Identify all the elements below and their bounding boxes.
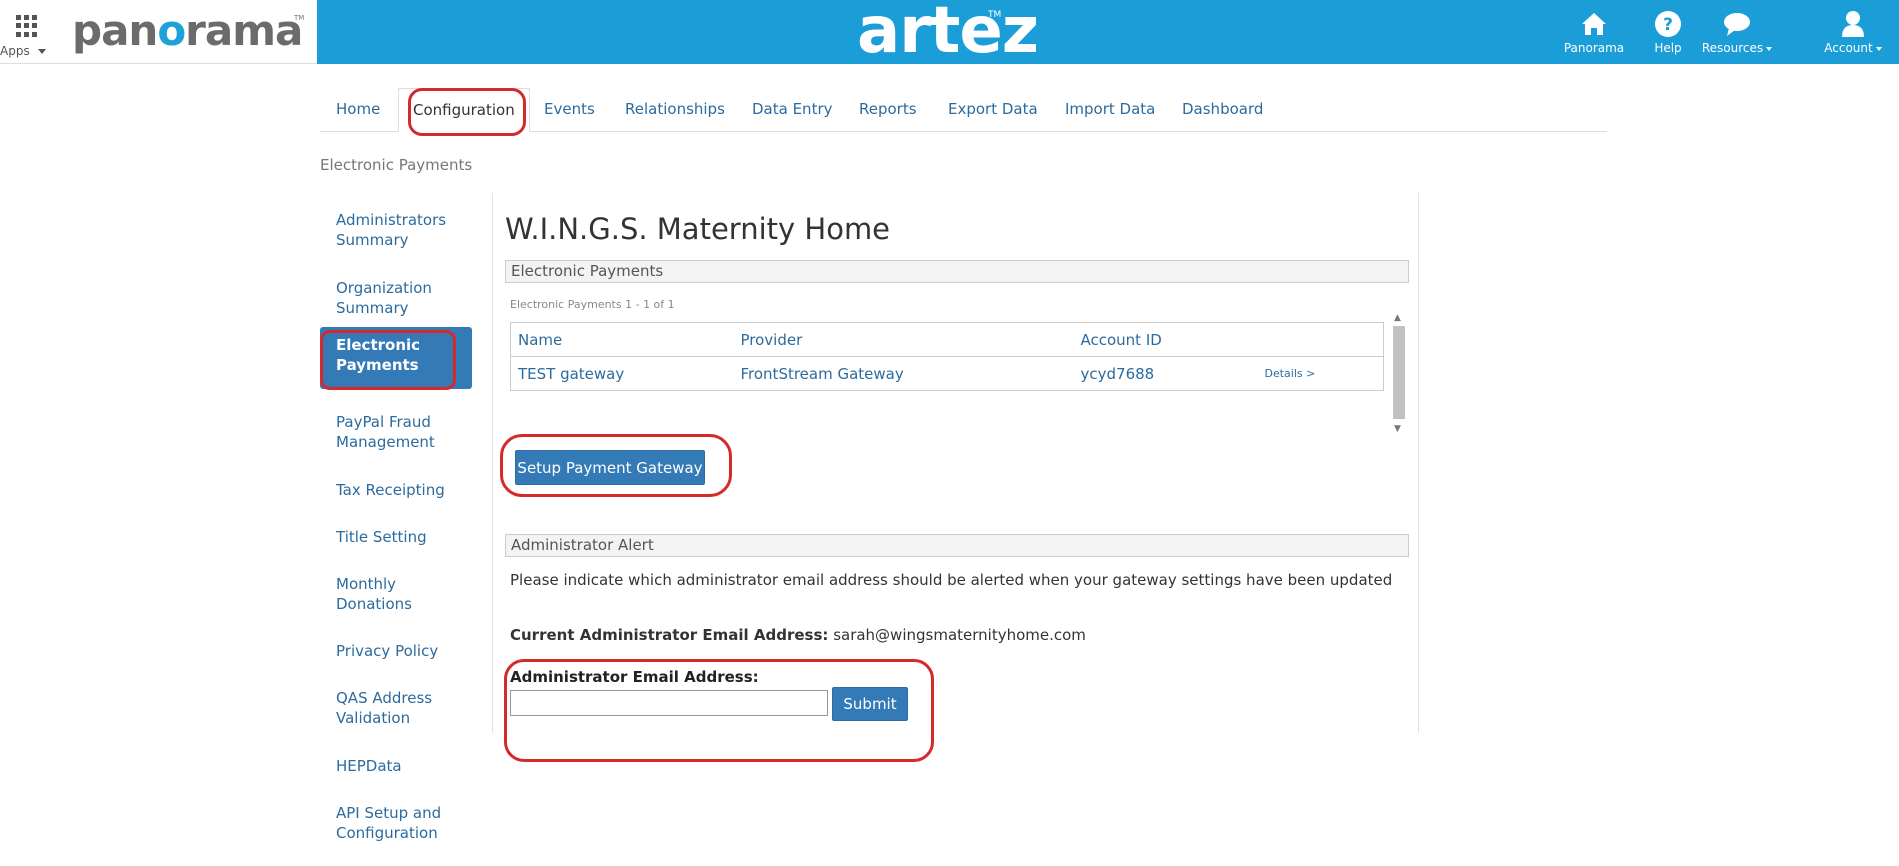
caret-down-icon <box>38 49 46 54</box>
sidebar-item-monthly-donations[interactable]: Monthly Donations <box>320 566 472 622</box>
sidebar-item-qas-address[interactable]: QAS Address Validation <box>320 680 472 736</box>
home-icon <box>1582 13 1606 35</box>
trademark-mark: TM <box>988 10 1002 20</box>
scroll-down-icon[interactable]: ▼ <box>1394 424 1401 434</box>
logo-text-o: o <box>157 6 186 55</box>
scroll-thumb[interactable] <box>1393 326 1405 419</box>
tab-dashboard[interactable]: Dashboard <box>1182 88 1263 132</box>
content-divider <box>492 193 493 733</box>
tab-export-data[interactable]: Export Data <box>948 88 1038 132</box>
nav-label: Help <box>1654 41 1682 55</box>
admin-email-label: Administrator Email Address: <box>510 668 759 686</box>
nav-panorama[interactable]: Panorama <box>1557 0 1631 64</box>
nav-label: Resources <box>1699 41 1775 55</box>
trademark-mark: TM <box>294 14 305 22</box>
tab-reports[interactable]: Reports <box>859 88 917 132</box>
caret-down-icon <box>1875 46 1882 51</box>
table-scrollbar[interactable]: ▲ ▼ <box>1392 313 1406 437</box>
panorama-logo[interactable]: panorama <box>72 6 303 55</box>
tab-import-data[interactable]: Import Data <box>1065 88 1155 132</box>
breadcrumb: Electronic Payments <box>320 156 473 174</box>
sidebar-item-title-setting[interactable]: Title Setting <box>320 519 472 555</box>
nav-label: Panorama <box>1563 41 1625 55</box>
section-header-alert: Administrator Alert <box>505 534 1409 557</box>
details-link[interactable]: Details > <box>1257 356 1384 391</box>
scroll-up-icon[interactable]: ▲ <box>1394 313 1401 323</box>
sidebar-item-administrators-summary[interactable]: Administrators Summary <box>320 202 472 258</box>
top-bar: artez TM Panorama ? Help Resources Accou… <box>317 0 1899 68</box>
logo-text-part2: rama <box>185 6 303 55</box>
alert-description: Please indicate which administrator emai… <box>510 571 1393 589</box>
setup-payment-gateway-button[interactable]: Setup Payment Gateway <box>515 450 705 485</box>
sidebar-item-paypal-fraud[interactable]: PayPal Fraud Management <box>320 404 472 460</box>
tab-configuration[interactable]: Configuration <box>398 88 530 132</box>
current-email-value: sarah@wingsmaternityhome.com <box>833 626 1086 644</box>
sidebar-item-tax-receipting[interactable]: Tax Receipting <box>320 472 472 508</box>
table-row: TEST gateway FrontStream Gateway ycyd768… <box>510 356 1384 391</box>
tab-home[interactable]: Home <box>336 88 380 132</box>
sidebar-item-api-setup[interactable]: API Setup and Configuration <box>320 795 472 851</box>
admin-email-input[interactable] <box>510 690 828 716</box>
column-header: Account ID <box>1073 322 1258 357</box>
gateway-name: TEST gateway <box>510 356 734 391</box>
current-email-label: Current Administrator Email Address: <box>510 626 829 644</box>
column-header: Provider <box>733 322 1074 357</box>
logo-text-part1: pan <box>72 6 158 55</box>
column-header: Name <box>510 322 734 357</box>
page-title: W.I.N.G.S. Maternity Home <box>505 212 891 246</box>
gateway-account-id: ycyd7688 <box>1073 356 1258 391</box>
sidebar-item-privacy-policy[interactable]: Privacy Policy <box>320 633 472 669</box>
submit-button[interactable]: Submit <box>832 687 908 721</box>
tab-relationships[interactable]: Relationships <box>625 88 725 132</box>
apps-label: Apps <box>0 44 30 58</box>
sidebar-item-hepdata[interactable]: HEPData <box>320 748 472 784</box>
payments-table: Name Provider Account ID TEST gateway Fr… <box>510 322 1384 391</box>
user-icon <box>1842 11 1864 37</box>
content-divider <box>1418 193 1419 733</box>
caret-down-icon <box>1766 46 1773 51</box>
column-header-empty <box>1257 322 1384 357</box>
section-header-payments: Electronic Payments <box>505 260 1409 283</box>
nav-resources[interactable]: Resources <box>1699 0 1775 64</box>
pagination-count: Electronic Payments 1 - 1 of 1 <box>510 298 675 311</box>
nav-help[interactable]: ? Help <box>1643 0 1693 64</box>
sidebar-item-electronic-payments[interactable]: Electronic Payments <box>320 327 472 389</box>
svg-text:?: ? <box>1663 15 1673 35</box>
gateway-provider: FrontStream Gateway <box>733 356 1074 391</box>
artez-logo: artez <box>857 0 1039 68</box>
nav-label: Account <box>1823 41 1883 55</box>
table-header-row: Name Provider Account ID <box>510 322 1384 357</box>
tab-data-entry[interactable]: Data Entry <box>752 88 833 132</box>
tab-events[interactable]: Events <box>544 88 595 132</box>
nav-account[interactable]: Account <box>1823 0 1883 64</box>
left-header: Apps panorama TM <box>0 0 317 64</box>
sidebar-item-organization-summary[interactable]: Organization Summary <box>320 270 472 326</box>
main-tabs: Home Configuration Events Relationships … <box>320 88 1607 132</box>
apps-menu-button[interactable]: Apps <box>0 10 52 62</box>
apps-grid-icon <box>16 15 38 37</box>
current-admin-email: Current Administrator Email Address: sar… <box>510 626 1086 644</box>
help-icon: ? <box>1655 11 1681 37</box>
chat-bubble-icon <box>1724 13 1750 36</box>
